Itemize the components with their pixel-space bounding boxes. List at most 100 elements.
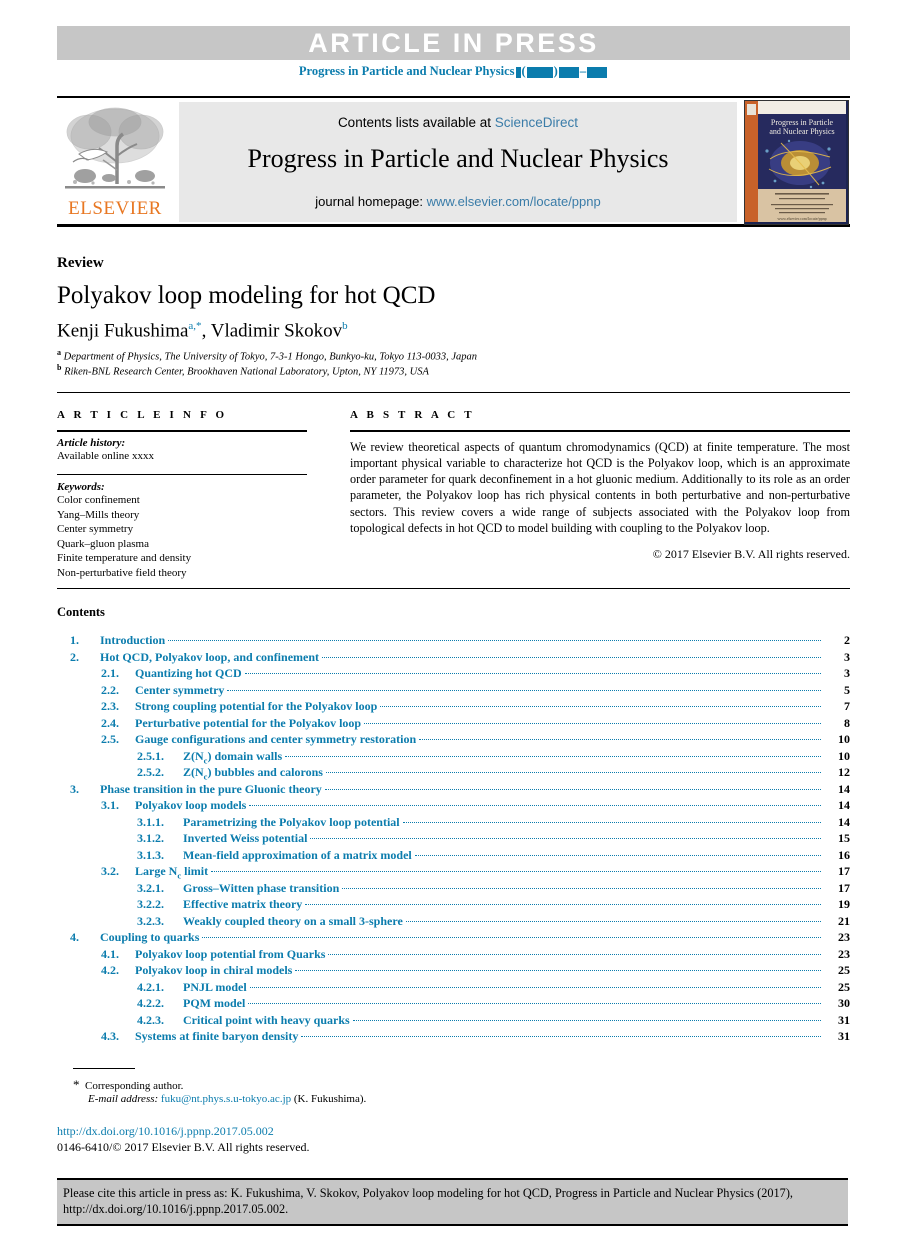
email-link[interactable]: fuku@nt.phys.s.u-tokyo.ac.jp xyxy=(161,1093,291,1105)
asterisk-icon: * xyxy=(73,1077,80,1092)
toc-entry-label[interactable]: Inverted Weiss potential xyxy=(183,830,307,847)
toc-leader-dots xyxy=(249,805,821,806)
toc-entry-label[interactable]: Coupling to quarks xyxy=(100,929,199,946)
toc-page-number: 12 xyxy=(838,765,850,779)
toc-entry-label[interactable]: Gross–Witten phase transition xyxy=(183,880,339,897)
toc-entry-label[interactable]: Effective matrix theory xyxy=(183,896,302,913)
toc-entry[interactable]: 4.2. Polyakov loop in chiral models 25 xyxy=(57,962,850,979)
toc-leader-dots xyxy=(364,722,821,724)
journal-running-title: Progress in Particle and Nuclear Physics xyxy=(298,64,515,78)
toc-entry[interactable]: 3.1.2. Inverted Weiss potential 15 xyxy=(57,830,850,847)
toc-page-number: 7 xyxy=(844,699,850,713)
toc-entry-number: 4.2.1. xyxy=(137,979,164,994)
toc-entry[interactable]: 3.2.3. Weakly coupled theory on a small 3… xyxy=(57,913,850,930)
abstract-copyright: © 2017 Elsevier B.V. All rights reserved… xyxy=(652,547,850,562)
toc-entry-label[interactable]: Quantizing hot QCD xyxy=(135,665,242,682)
toc-entry[interactable]: 2.3. Strong coupling potential for the Po… xyxy=(57,698,850,715)
toc-entry[interactable]: 4.1. Polyakov loop potential from Quarks 2… xyxy=(57,946,850,963)
toc-entry-label[interactable]: Weakly coupled theory on a small 3-spher… xyxy=(183,913,403,930)
sciencedirect-link[interactable]: ScienceDirect xyxy=(495,115,578,130)
toc-entry-label[interactable]: Mean-field approximation of a matrix mod… xyxy=(183,847,412,864)
toc-entry-number: 1. xyxy=(70,633,79,647)
toc-entry-label[interactable]: PQM model xyxy=(183,995,245,1012)
toc-entry[interactable]: 2.1. Quantizing hot QCD 3 xyxy=(57,665,850,682)
toc-entry[interactable]: 3.1.3. Mean-field approximation of a matr… xyxy=(57,847,850,864)
author-2-affiliation-marks[interactable]: b xyxy=(342,320,348,332)
page-start-placeholder-icon xyxy=(558,66,579,78)
toc-entry-number: 3.1.3. xyxy=(137,847,164,862)
toc-entry-label[interactable]: Introduction xyxy=(100,632,165,649)
toc-entry[interactable]: 3.2. Large Nc limit 17 xyxy=(57,863,850,880)
toc-leader-dots xyxy=(227,689,821,691)
toc-entry-number: 4.3. xyxy=(101,1029,119,1043)
toc-entry-label[interactable]: Parametrizing the Polyakov loop potentia… xyxy=(183,814,400,831)
toc-page-number: 10 xyxy=(838,748,850,763)
abstract-column: We review theoretical aspects of quantum… xyxy=(350,430,850,562)
toc-entry[interactable]: 4.2.3. Critical point with heavy quarks 31 xyxy=(57,1012,850,1029)
toc-entry[interactable]: 2.4. Perturbative potential for the Polya… xyxy=(57,715,850,732)
corresponding-author-note: * Corresponding author. xyxy=(73,1077,183,1093)
elsevier-wordmark: ELSEVIER xyxy=(68,198,162,219)
toc-entry[interactable]: 4.3. Systems at finite baryon density 31 xyxy=(57,1028,850,1045)
masthead-rule-bottom xyxy=(57,224,850,227)
toc-page-number: 2 xyxy=(844,633,850,647)
info-section-rule-bottom xyxy=(57,588,850,589)
journal-homepage-line: journal homepage: www.elsevier.com/locat… xyxy=(179,194,737,209)
article-info-column: Article history: Available online xxxx K… xyxy=(57,430,307,580)
toc-leader-dots xyxy=(301,1036,821,1037)
doi-link[interactable]: http://dx.doi.org/10.1016/j.ppnp.2017.05… xyxy=(57,1124,274,1139)
toc-entry-label[interactable]: Strong coupling potential for the Polyak… xyxy=(135,698,377,715)
toc-entry-label[interactable]: Center symmetry xyxy=(135,682,224,699)
toc-entry-label[interactable]: PNJL model xyxy=(183,979,247,996)
toc-leader-dots xyxy=(328,953,821,955)
toc-leader-dots xyxy=(402,821,821,823)
toc-entry[interactable]: 3. Phase transition in the pure Gluonic t… xyxy=(57,781,850,798)
toc-entry-label[interactable]: Systems at finite baryon density xyxy=(135,1028,298,1045)
toc-entry[interactable]: 2.5.1. Z(Nc) domain walls 10 xyxy=(57,748,850,765)
author-name-1: Kenji Fukushima xyxy=(57,320,189,342)
toc-entry[interactable]: 1. Introduction 2 xyxy=(57,632,850,649)
toc-entry[interactable]: 3.2.1. Gross–Witten phase transition 17 xyxy=(57,880,850,897)
toc-entry-label[interactable]: Hot QCD, Polyakov loop, and confinement xyxy=(100,649,319,666)
toc-entry[interactable]: 4. Coupling to quarks 23 xyxy=(57,929,850,946)
corresponding-author-text: Corresponding author. xyxy=(85,1080,184,1092)
toc-entry-label[interactable]: Polyakov loop in chiral models xyxy=(135,962,292,979)
toc-entry[interactable]: 3.1.1. Parametrizing the Polyakov loop po… xyxy=(57,814,850,831)
svg-text:www.elsevier.com/locate/ppnp: www.elsevier.com/locate/ppnp xyxy=(777,216,826,221)
toc-entry-number: 2.1. xyxy=(101,666,119,680)
toc-entry[interactable]: 3.1. Polyakov loop models 14 xyxy=(57,797,850,814)
toc-entry-label[interactable]: Gauge configurations and center symmetry… xyxy=(135,731,416,748)
toc-page-number: 23 xyxy=(838,946,850,961)
toc-entry[interactable]: 2.5.2. Z(Nc) bubbles and calorons 12 xyxy=(57,764,850,781)
affiliation-a: a Department of Physics, The University … xyxy=(57,348,477,363)
toc-entry-label[interactable]: Polyakov loop potential from Quarks xyxy=(135,946,325,963)
toc-entry[interactable]: 2. Hot QCD, Polyakov loop, and confinemen… xyxy=(57,649,850,666)
toc-entry-number: 3.2.3. xyxy=(137,913,164,928)
toc-entry[interactable]: 4.2.2. PQM model 30 xyxy=(57,995,850,1012)
toc-entry-label[interactable]: Phase transition in the pure Gluonic the… xyxy=(100,781,322,798)
toc-entry-number: 3.2. xyxy=(101,864,119,878)
author-name-2: Vladimir Skokov xyxy=(210,320,343,342)
citation-notice-box: Please cite this article in press as: K.… xyxy=(57,1178,848,1226)
journal-homepage-link[interactable]: www.elsevier.com/locate/ppnp xyxy=(427,194,601,209)
toc-leader-dots xyxy=(305,904,821,905)
footnote-rule xyxy=(73,1068,135,1069)
toc-entry[interactable]: 2.2. Center symmetry 5 xyxy=(57,682,850,699)
toc-entry-label[interactable]: Critical point with heavy quarks xyxy=(183,1012,350,1029)
toc-entry[interactable]: 2.5. Gauge configurations and center symm… xyxy=(57,731,850,748)
author-1-affiliation-marks[interactable]: a,* xyxy=(188,320,201,332)
toc-entry-label[interactable]: Polyakov loop models xyxy=(135,797,246,814)
toc-page-number: 15 xyxy=(838,831,850,845)
toc-page-number: 23 xyxy=(838,930,850,944)
toc-entry-label[interactable]: Perturbative potential for the Polyakov … xyxy=(135,715,361,732)
toc-leader-dots xyxy=(324,788,821,790)
toc-entry[interactable]: 3.2.2. Effective matrix theory 19 xyxy=(57,896,850,913)
toc-entry-number: 4.2.2. xyxy=(137,996,164,1010)
elsevier-logo: ELSEVIER xyxy=(59,102,171,222)
article-in-press-label: ARTICLE IN PRESS xyxy=(308,28,599,58)
citation-line-2[interactable]: http://dx.doi.org/10.1016/j.ppnp.2017.05… xyxy=(63,1202,288,1216)
contents-available-label: Contents lists available at xyxy=(337,115,495,130)
keyword-item: Quark–gluon plasma xyxy=(57,537,149,550)
info-section-rule-top xyxy=(57,392,850,393)
toc-entry[interactable]: 4.2.1. PNJL model 25 xyxy=(57,979,850,996)
